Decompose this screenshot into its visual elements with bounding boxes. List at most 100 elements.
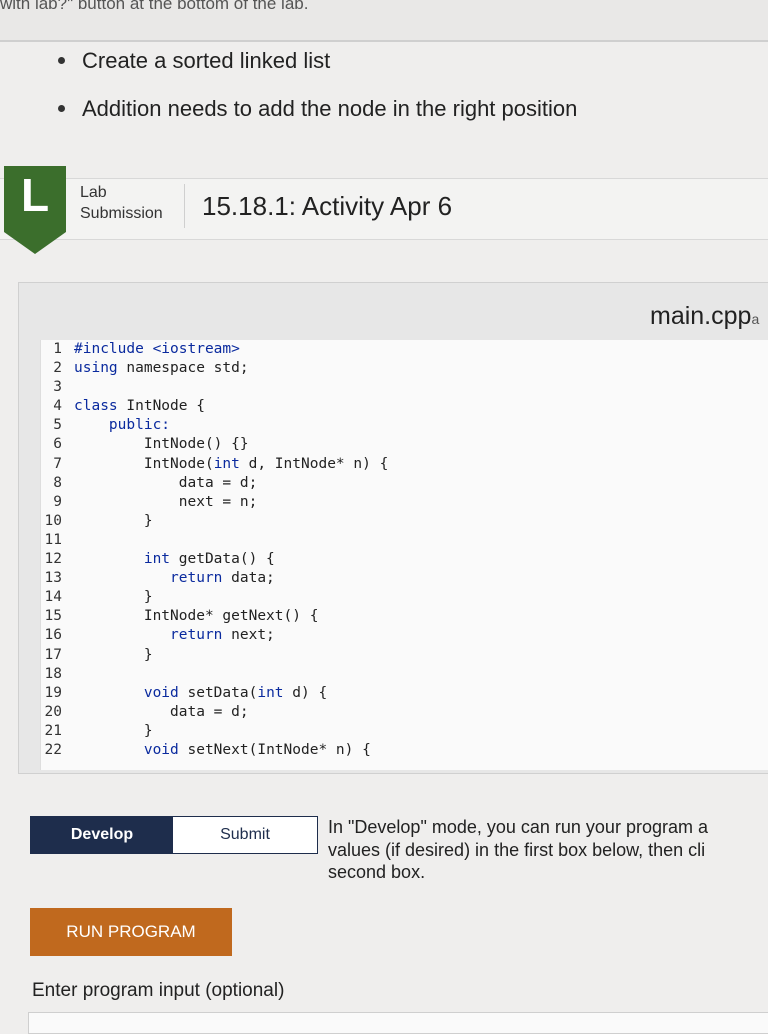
run-program-button[interactable]: RUN PROGRAM [30,908,232,956]
bullet-icon [58,105,65,112]
line-number: 17 [44,646,62,663]
mode-tabs: Develop Submit [30,816,318,854]
list-item-text: Addition needs to add the node in the ri… [82,96,578,121]
line-number: 19 [44,684,62,701]
code-line: 4 class IntNode { [40,397,388,416]
file-name-tab[interactable]: main.cppa [650,302,759,331]
file-name-extra: a [751,311,760,327]
code-keyword: class [74,398,118,415]
lab-badge-letter: L [20,169,50,221]
code-keyword: int [74,551,171,568]
line-number: 8 [53,474,62,491]
line-number: 9 [53,493,62,510]
code-keyword: void [74,684,179,701]
line-number: 2 [53,360,62,377]
code-line: 19 void setData(int d) { [40,684,388,703]
lab-badge-icon: L [4,166,66,254]
list-item: Addition needs to add the node in the ri… [58,96,577,122]
requirements-list: Create a sorted linked list Addition nee… [58,48,577,144]
submit-tab[interactable]: Submit [173,817,317,853]
code-line: 7 IntNode(int d, IntNode* n) { [40,455,388,474]
code-line: 17 } [40,646,388,665]
code-text: namespace std; [117,360,249,377]
lab-title: 15.18.1: Activity Apr 6 [202,191,453,221]
mode-description: In "Develop" mode, you can run your prog… [328,817,708,882]
code-line: 21 } [40,722,388,741]
code-line: 18 [40,665,388,684]
code-line: 3 [40,378,388,397]
code-keyword: return [74,570,223,587]
code-line: 12 int getData() { [40,550,388,569]
code-line: 15 IntNode* getNext() { [40,607,388,626]
code-text: getData() { [170,551,275,568]
bullet-icon [58,57,65,64]
list-item: Create a sorted linked list [58,48,577,74]
code-text: next; [222,627,275,644]
code-text: data = d; [74,474,258,491]
code-text: setNext(IntNode* n) { [178,741,371,758]
code-line: 1 #include <iostream> [40,340,388,359]
code-line: 2 using namespace std; [40,359,388,378]
code-line: 14 } [40,588,388,607]
line-number: 10 [44,512,62,529]
code-text: IntNode* getNext() { [74,608,319,625]
code-text: IntNode { [117,398,205,415]
top-instruction-text: with lab?" button at the bottom of the l… [0,0,309,13]
lab-kind-label: Lab Submission [80,182,163,224]
code-line: 22 void setNext(IntNode* n) { [40,741,388,760]
line-number: 12 [44,551,62,568]
program-input-field[interactable] [28,1012,768,1034]
code-keyword: int [213,455,240,472]
top-instruction-strip: with lab?" button at the bottom of the l… [0,0,768,42]
code-keyword: int [257,684,284,701]
develop-tab[interactable]: Develop [31,817,173,853]
code-keyword: public: [74,417,171,434]
line-number: 4 [53,398,62,415]
code-keyword: #include <iostream> [74,341,240,357]
code-line: 13 return data; [40,569,388,588]
code-line: 10 } [40,512,388,531]
code-text: data; [222,570,275,587]
code-keyword: void [74,741,179,758]
line-number: 18 [44,665,62,682]
lab-header-divider [184,184,185,228]
code-text: } [74,722,153,739]
lab-kind-line1: Lab [80,184,107,201]
code-text: setData( [178,684,258,701]
line-number: 14 [44,589,62,606]
code-text: } [74,646,153,663]
code-text: next = n; [74,493,258,510]
code-line: 6 IntNode() {} [40,435,388,454]
line-number: 11 [44,531,62,548]
line-number: 7 [53,455,62,472]
code-line: 5 public: [40,416,388,435]
lab-kind-line2: Submission [80,205,163,222]
program-input-label: Enter program input (optional) [32,980,285,1001]
line-number: 16 [44,627,62,644]
line-number: 3 [53,379,62,396]
code-text: } [74,512,153,529]
code-lines: 1 #include <iostream> 2 using namespace std… [40,340,389,760]
code-keyword: return [74,627,223,644]
line-number: 5 [53,417,62,434]
code-text: d) { [283,684,328,701]
line-number: 15 [44,608,62,625]
line-number: 22 [44,741,62,758]
line-number: 6 [53,436,62,453]
list-item-text: Create a sorted linked list [82,48,331,73]
line-number: 20 [44,703,62,720]
code-text: IntNode( [74,455,214,472]
code-keyword: using [74,360,118,377]
code-line: 11 [40,531,388,550]
code-line: 9 next = n; [40,493,388,512]
code-text: } [74,589,153,606]
code-line: 20 data = d; [40,703,388,722]
code-text: d, IntNode* n) { [239,455,389,472]
code-line: 8 data = d; [40,474,388,493]
line-number: 1 [53,341,62,357]
line-number: 21 [44,722,62,739]
code-line: 16 return next; [40,626,388,645]
file-name-text: main.cpp [650,302,752,330]
code-text: IntNode() {} [74,436,249,453]
line-number: 13 [44,570,62,587]
